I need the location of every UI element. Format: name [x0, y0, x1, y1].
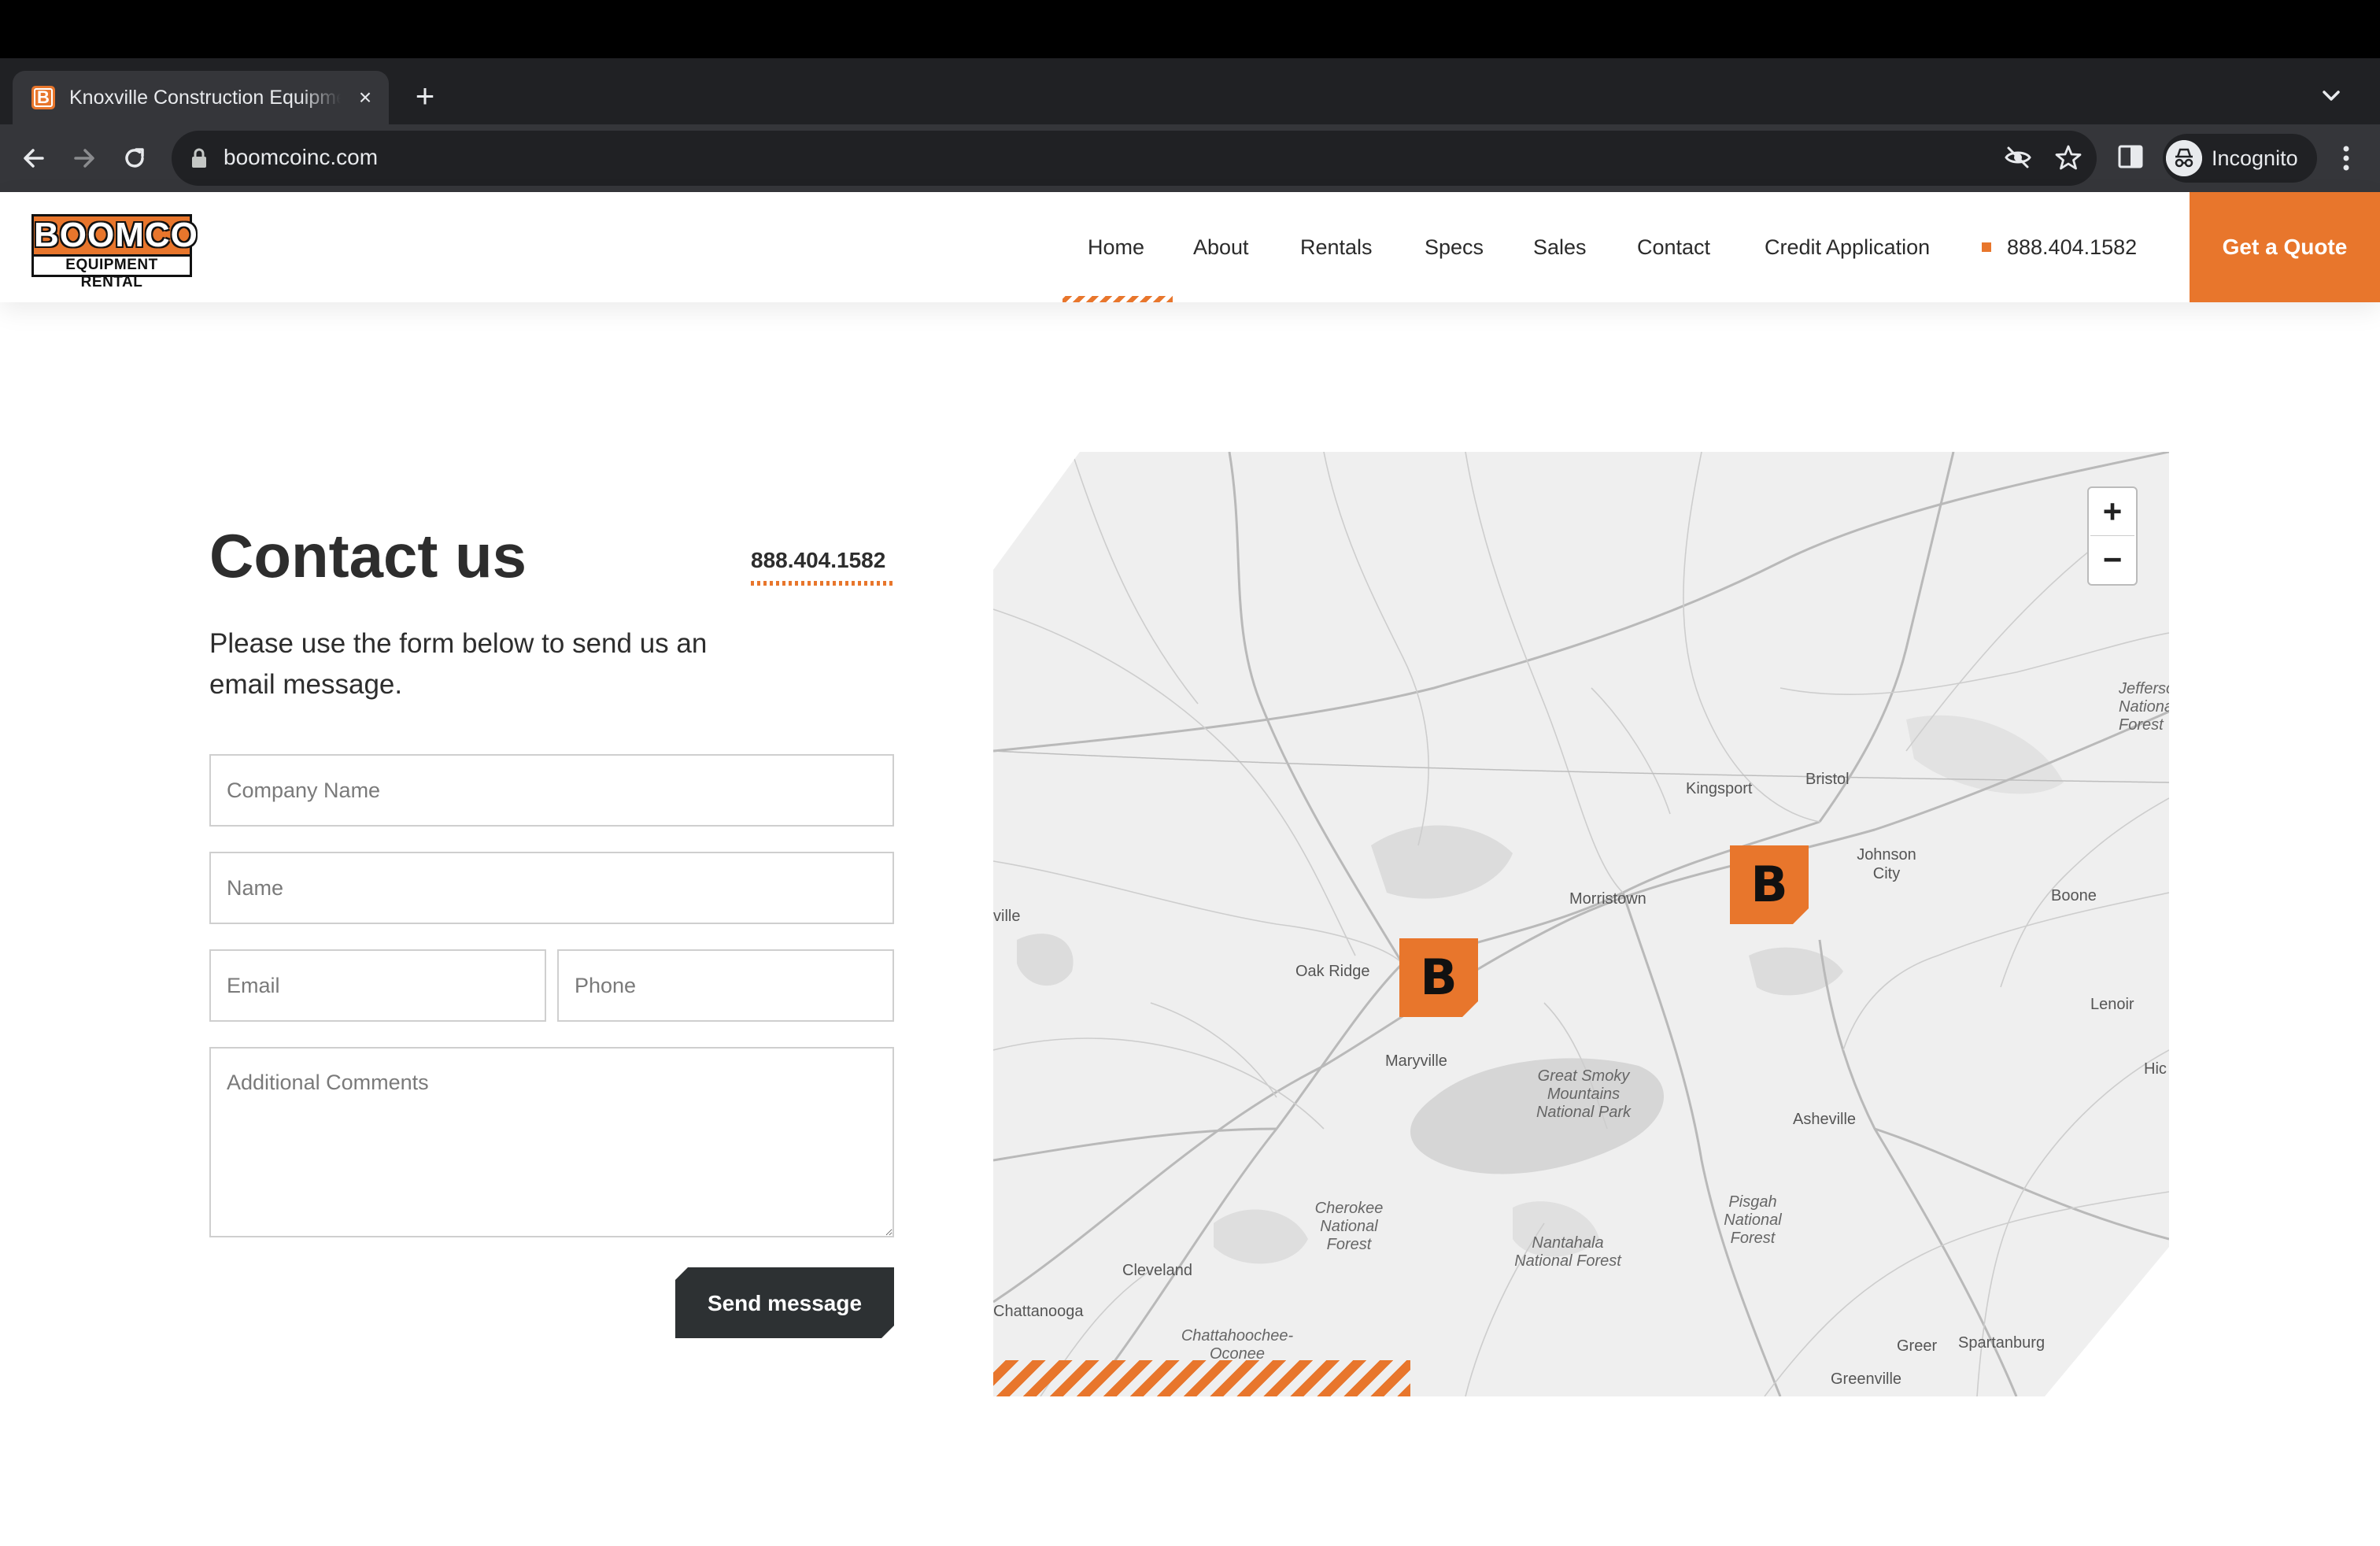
map-label-greer: Greer — [1897, 1337, 1938, 1355]
lock-icon[interactable] — [189, 146, 209, 170]
location-marker-tri-cities[interactable]: B — [1730, 845, 1809, 924]
map-label-maryville: Maryville — [1385, 1052, 1447, 1070]
back-arrow-icon[interactable] — [16, 140, 52, 176]
tab-search-chevron-icon[interactable] — [2315, 80, 2347, 112]
zoom-out-button[interactable]: − — [2089, 536, 2136, 583]
nav-credit-application[interactable]: Credit Application — [1765, 230, 1930, 264]
hazard-stripe-decoration — [993, 1360, 1410, 1396]
nav-about[interactable]: About — [1193, 230, 1249, 264]
map-label-spartanburg: Spartanburg — [1958, 1334, 2046, 1352]
nav-rentals[interactable]: Rentals — [1300, 230, 1373, 264]
map-label-pisgah: Pisgah National Forest — [1724, 1193, 1782, 1247]
nav-home[interactable]: Home — [1088, 230, 1144, 264]
side-panel-icon[interactable] — [2117, 143, 2144, 170]
map-label-cleveland: Cleveland — [1122, 1262, 1192, 1279]
new-tab-icon[interactable]: + — [408, 79, 442, 113]
nav-phone[interactable]: 888.404.1582 — [2007, 230, 2137, 264]
phone-field[interactable] — [557, 949, 894, 1022]
map-label-ville: ville — [993, 908, 1021, 925]
bookmark-star-icon[interactable] — [2053, 142, 2084, 173]
name-field[interactable] — [209, 852, 894, 924]
map-label-chattanooga: Chattanooga — [993, 1303, 1084, 1320]
address-bar[interactable] — [172, 131, 2097, 186]
logo-tagline[interactable]: EQUIPMENT RENTAL — [31, 257, 192, 290]
map-label-smoky-mountains: Great Smoky Mountains National Park — [1536, 1067, 1632, 1121]
url-text[interactable]: boomcoinc.com — [224, 142, 378, 173]
tab-title[interactable]: Knoxville Construction Equipment Rental — [69, 83, 341, 112]
intro-text: Please use the form below to send us an … — [209, 628, 708, 700]
os-top-bar — [0, 0, 2380, 58]
nav-active-indicator — [1062, 296, 1173, 302]
map-label-chattahoochee: Chattahoochee-Oconee — [1181, 1327, 1294, 1363]
email-field[interactable] — [209, 949, 546, 1022]
phone-underline — [751, 581, 893, 586]
page-title: Contact us — [209, 521, 527, 590]
get-a-quote-button[interactable]: Get a Quote — [2190, 192, 2380, 302]
map-label-nantahala: Nantahala National Forest — [1514, 1234, 1621, 1270]
eye-slash-icon[interactable] — [2002, 142, 2034, 173]
map-label-johnson-city: Johnson City — [1857, 846, 1916, 882]
map-label-greenville: Greenville — [1831, 1370, 1902, 1388]
map-label-kingsport: Kingsport — [1686, 780, 1753, 797]
zoom-in-button[interactable]: + — [2089, 488, 2136, 534]
incognito-label: Incognito — [2212, 146, 2298, 170]
map-label-oak-ridge: Oak Ridge — [1295, 963, 1370, 980]
map-label-morristown: Morristown — [1569, 890, 1646, 908]
send-message-button[interactable]: Send message — [675, 1267, 894, 1338]
company-name-field[interactable] — [209, 754, 894, 827]
map-label-cherokee: Cherokee National Forest — [1314, 1200, 1384, 1253]
tab-favicon: B — [31, 86, 55, 109]
browser-menu-icon[interactable] — [2334, 140, 2358, 176]
map-label-lenoir: Lenoir — [2090, 996, 2134, 1013]
reload-icon[interactable] — [116, 140, 153, 176]
incognito-icon — [2166, 140, 2202, 176]
map-label-boone: Boone — [2051, 887, 2097, 904]
phone-bullet — [1982, 242, 1991, 252]
map-label-bristol: Bristol — [1805, 771, 1850, 788]
location-map[interactable]: Bristol Kingsport Johnson City Morristow… — [993, 452, 2169, 1396]
tab-close-icon[interactable]: × — [351, 83, 379, 112]
nav-specs[interactable]: Specs — [1425, 230, 1484, 264]
forward-arrow-icon[interactable] — [66, 140, 102, 176]
nav-contact[interactable]: Contact — [1637, 230, 1710, 264]
contact-phone-link[interactable]: 888.404.1582 — [751, 545, 885, 576]
location-marker-knoxville[interactable]: B — [1399, 938, 1478, 1017]
map-label-jefferson: Jefferson National Forest — [2119, 680, 2169, 734]
nav-sales[interactable]: Sales — [1533, 230, 1587, 264]
map-label-asheville: Asheville — [1793, 1111, 1857, 1128]
logo-wordmark[interactable]: BOOMCO — [31, 214, 198, 257]
comments-field[interactable] — [209, 1047, 894, 1237]
map-label-hickory: Hic — [2144, 1060, 2167, 1078]
